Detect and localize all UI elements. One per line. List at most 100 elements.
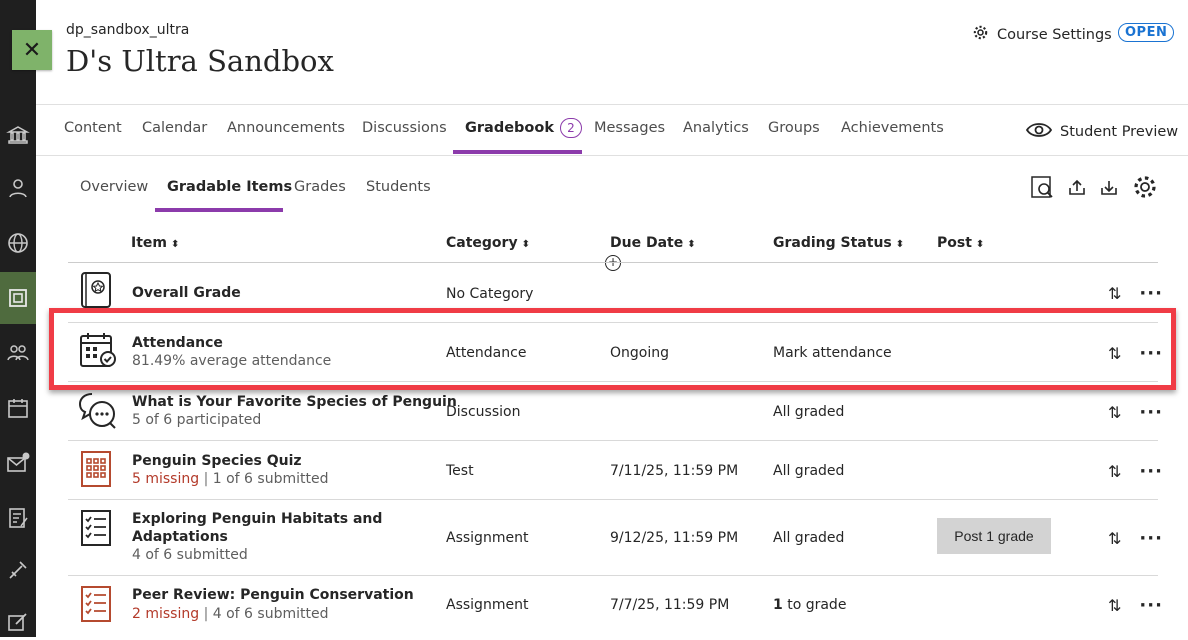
post-grade-button[interactable]: Post 1 grade xyxy=(937,518,1051,554)
column-header-post-label: Post xyxy=(937,235,972,251)
gear-icon xyxy=(972,24,989,45)
column-header-due-date-label: Due Date xyxy=(610,235,684,251)
tab-messages[interactable]: Messages xyxy=(594,120,665,136)
separator: | xyxy=(203,606,209,622)
course-settings-button[interactable]: Course Settings xyxy=(972,24,1112,45)
tab-achievements[interactable]: Achievements xyxy=(841,120,944,136)
reorder-arrows-icon[interactable]: ⇅ xyxy=(1108,403,1121,422)
more-options-icon[interactable]: ··· xyxy=(1139,403,1163,421)
tab-gradebook[interactable]: Gradebook 2 xyxy=(465,118,582,138)
left-navigation-rail xyxy=(0,0,36,637)
item-subtitle: 5 of 6 participated xyxy=(132,412,262,428)
to-grade-label: to grade xyxy=(782,597,847,613)
item-category: Discussion xyxy=(446,404,521,420)
active-subtab-underline xyxy=(155,208,283,212)
grades-icon[interactable] xyxy=(0,500,36,536)
item-category: Test xyxy=(446,463,474,479)
table-row[interactable]: Peer Review: Penguin Conservation 2 miss… xyxy=(68,576,1162,636)
more-options-icon[interactable]: ··· xyxy=(1139,462,1163,480)
tab-announcements[interactable]: Announcements xyxy=(227,120,345,136)
download-icon[interactable] xyxy=(1096,174,1122,200)
item-grading-status[interactable]: 1 to grade xyxy=(773,596,846,614)
tab-content[interactable]: Content xyxy=(64,120,122,136)
institution-icon[interactable] xyxy=(0,117,36,153)
column-header-grading-status[interactable]: Grading Status ⬍ xyxy=(773,235,904,251)
item-grading-status: All graded xyxy=(773,530,845,546)
column-header-post[interactable]: Post ⬍ xyxy=(937,235,984,251)
reorder-arrows-icon[interactable]: ⇅ xyxy=(1108,529,1121,548)
item-subtitle: 5 missing | 1 of 6 submitted xyxy=(132,470,328,488)
tab-analytics[interactable]: Analytics xyxy=(683,120,749,136)
table-row[interactable]: What is Your Favorite Species of Penguin… xyxy=(68,382,1162,440)
submitted-count: 1 of 6 submitted xyxy=(212,471,329,487)
gradebook-settings-icon[interactable] xyxy=(1132,174,1158,200)
gradebook-book-icon xyxy=(78,271,118,311)
to-grade-count: 1 xyxy=(773,597,783,613)
column-header-item-label: Item xyxy=(131,235,167,251)
student-preview-label: Student Preview xyxy=(1060,124,1179,140)
tab-calendar[interactable]: Calendar xyxy=(142,120,207,136)
course-tabs: Content Calendar Announcements Discussio… xyxy=(36,104,1188,156)
column-header-grading-status-label: Grading Status xyxy=(773,235,892,251)
item-due-date: 7/11/25, 11:59 PM xyxy=(610,463,739,479)
item-subtitle: 2 missing | 4 of 6 submitted xyxy=(132,605,328,623)
more-options-icon[interactable]: ··· xyxy=(1139,284,1163,302)
row-actions: ⇅ ··· xyxy=(1108,284,1163,303)
profile-icon[interactable] xyxy=(0,170,36,206)
test-icon xyxy=(78,449,118,489)
column-header-category-label: Category xyxy=(446,235,518,251)
item-category: No Category xyxy=(446,286,534,302)
reorder-arrows-icon[interactable]: ⇅ xyxy=(1108,596,1121,615)
subtab-overview[interactable]: Overview xyxy=(80,179,148,195)
column-header-category[interactable]: Category ⬍ xyxy=(446,235,530,251)
item-title[interactable]: Overall Grade xyxy=(132,284,241,302)
course-id: dp_sandbox_ultra xyxy=(66,22,190,38)
discussion-icon xyxy=(78,390,118,430)
missing-count[interactable]: 5 missing xyxy=(132,471,199,487)
more-options-icon[interactable]: ··· xyxy=(1139,529,1163,547)
item-grading-status: All graded xyxy=(773,404,845,420)
row-actions: ⇅ ··· xyxy=(1108,529,1163,548)
item-title[interactable]: Penguin Species Quiz xyxy=(132,452,302,470)
active-tab-underline xyxy=(453,150,582,154)
tab-groups[interactable]: Groups xyxy=(768,120,820,136)
item-title-line-1[interactable]: Exploring Penguin Habitats and xyxy=(132,510,382,528)
subtab-students[interactable]: Students xyxy=(366,179,431,195)
close-course-button[interactable]: ✕ xyxy=(12,30,52,70)
item-title-line-2[interactable]: Adaptations xyxy=(132,528,228,546)
assignment-icon xyxy=(78,508,118,548)
item-title[interactable]: Peer Review: Penguin Conservation xyxy=(132,586,414,604)
reorder-arrows-icon[interactable]: ⇅ xyxy=(1108,462,1121,481)
subtab-gradable-items[interactable]: Gradable Items xyxy=(167,179,292,195)
item-category: Assignment xyxy=(446,597,529,613)
edit-icon[interactable] xyxy=(0,604,36,640)
column-header-item[interactable]: Item ⬍ xyxy=(131,235,179,251)
item-grading-status: All graded xyxy=(773,463,845,479)
globe-icon[interactable] xyxy=(0,225,36,261)
subtab-grades[interactable]: Grades xyxy=(294,179,346,195)
tools-icon[interactable] xyxy=(0,552,36,588)
tab-discussions[interactable]: Discussions xyxy=(362,120,447,136)
organizations-icon[interactable] xyxy=(0,335,36,371)
course-status-badge[interactable]: OPEN xyxy=(1118,23,1175,42)
reorder-arrows-icon[interactable]: ⇅ xyxy=(1108,284,1121,303)
table-row[interactable]: Penguin Species Quiz 5 missing | 1 of 6 … xyxy=(68,441,1162,499)
highlight-box xyxy=(49,308,1176,390)
search-grades-icon[interactable] xyxy=(1029,174,1055,200)
eye-preview-icon xyxy=(1025,121,1053,143)
student-preview-button[interactable]: Student Preview xyxy=(1025,121,1179,143)
courses-icon[interactable] xyxy=(0,280,36,316)
item-due-date: 7/7/25, 11:59 PM xyxy=(610,597,730,613)
calendar-icon[interactable] xyxy=(0,390,36,426)
missing-count[interactable]: 2 missing xyxy=(132,606,199,622)
sort-icon: ⬍ xyxy=(895,239,905,250)
separator: | xyxy=(203,471,209,487)
messages-icon[interactable] xyxy=(0,445,36,481)
sort-icon: ⬍ xyxy=(687,239,696,250)
sort-icon: ⬍ xyxy=(521,239,530,250)
more-options-icon[interactable]: ··· xyxy=(1139,596,1163,614)
item-title[interactable]: What is Your Favorite Species of Penguin xyxy=(132,393,457,411)
column-header-due-date[interactable]: Due Date ⬍ xyxy=(610,235,696,251)
upload-icon[interactable] xyxy=(1064,174,1090,200)
table-row[interactable]: Exploring Penguin Habitats and Adaptatio… xyxy=(68,500,1162,574)
